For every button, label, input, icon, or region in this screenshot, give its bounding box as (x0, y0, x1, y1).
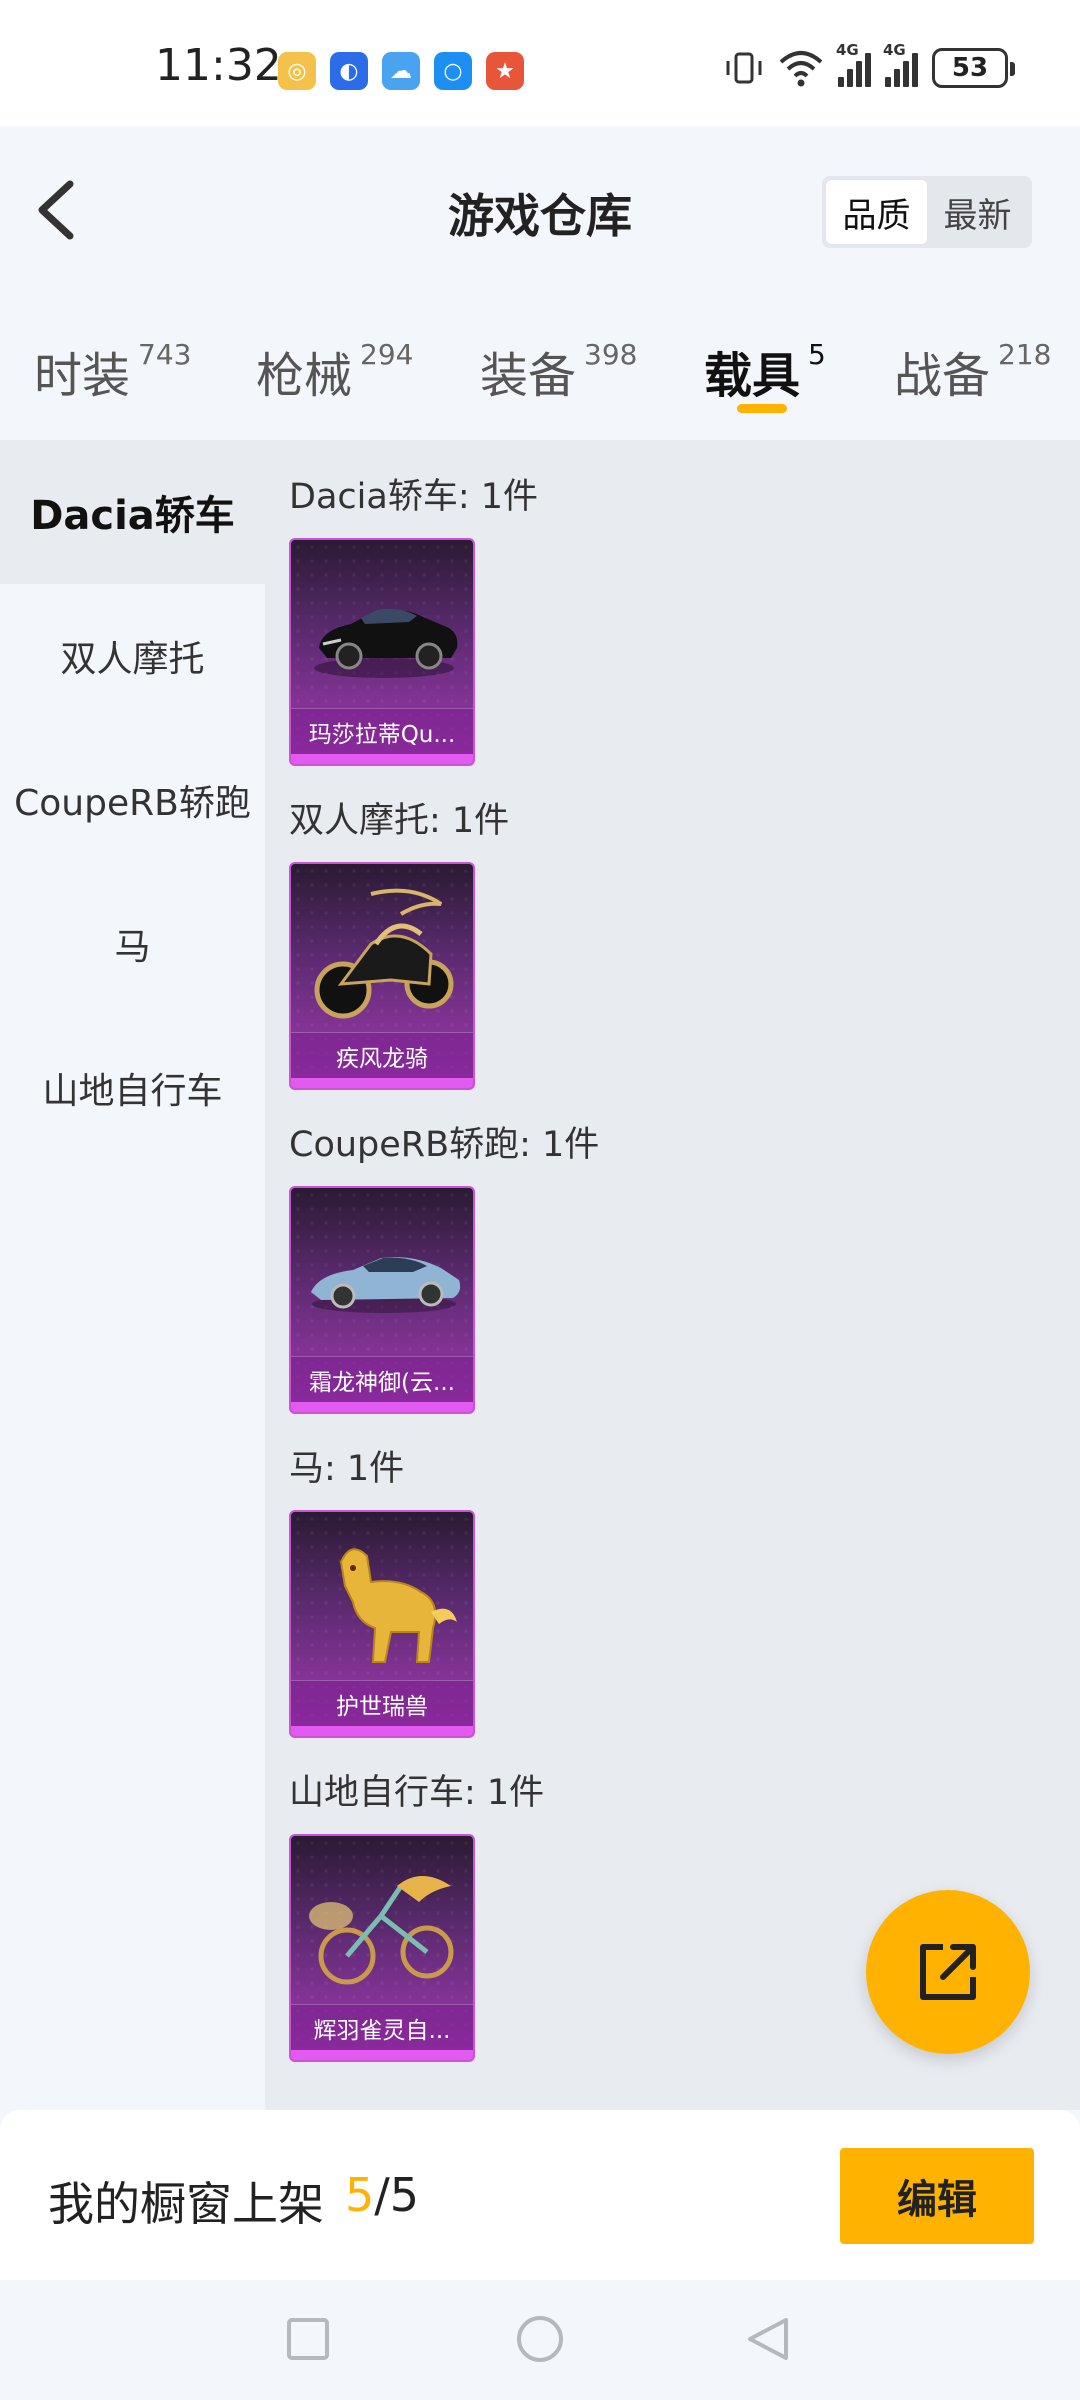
showcase-label: 我的橱窗上架 (48, 2177, 324, 2231)
golden-qilin-icon (339, 1548, 457, 1663)
group-title: 马: 1件 (289, 1449, 405, 1489)
game-app-icon: ★ (486, 52, 524, 90)
tab-equipment[interactable]: 装备 398 (480, 336, 637, 406)
item-card[interactable]: 玛莎拉蒂Qu... (289, 538, 475, 766)
item-name: 辉羽雀灵自... (291, 2004, 473, 2050)
showcase-count: 5/5 (345, 2168, 420, 2222)
vibrate-icon (726, 52, 762, 84)
vehicle-list: Dacia轿车: 1件 玛莎拉蒂Qu... 双人摩托: 1件 疾风龙骑 Coup… (265, 440, 1080, 2110)
system-nav-bar (0, 2280, 1080, 2400)
blue-supercar-icon (311, 1257, 461, 1313)
sidebar-item-dacia[interactable]: Dacia轿车 (0, 440, 265, 584)
tab-fashion[interactable]: 时装 743 (34, 336, 191, 406)
group-title: 双人摩托: 1件 (289, 801, 510, 841)
active-tab-indicator (737, 404, 787, 413)
share-button[interactable] (866, 1890, 1030, 2054)
sports-car-black-icon (314, 608, 458, 678)
battery-level: 53 (951, 53, 989, 83)
status-time: 11:32 (155, 40, 282, 91)
category-tabs: 时装 743 枪械 294 装备 398 载具 5 战备 218 (0, 296, 1080, 440)
nav-back-icon[interactable] (748, 2318, 788, 2360)
item-name: 霜龙神御(云... (291, 1356, 473, 1402)
sort-newest-option[interactable]: 最新 (927, 180, 1028, 244)
home-icon[interactable] (517, 2316, 563, 2362)
group-title: CoupeRB轿跑: 1件 (289, 1125, 600, 1165)
weather-app-icon: ☁ (382, 52, 420, 90)
app-notification-icon: ◎ (278, 52, 316, 90)
phoenix-bicycle-icon (309, 1876, 454, 1985)
header: 游戏仓库 品质 最新 (0, 126, 1080, 296)
tab-weapons[interactable]: 枪械 294 (256, 336, 413, 406)
item-name: 疾风龙骑 (291, 1032, 473, 1078)
battery-indicator: 53 (932, 48, 1015, 88)
signal-2-icon: 4G (883, 41, 918, 87)
item-card[interactable]: 疾风龙骑 (289, 862, 475, 1090)
sort-quality-option[interactable]: 品质 (826, 180, 927, 244)
wifi-icon (779, 51, 823, 87)
vehicle-type-sidebar: Dacia轿车 双人摩托 CoupeRB轿跑 马 山地自行车 (0, 440, 265, 2110)
sidebar-item-horse[interactable]: 马 (0, 872, 265, 1016)
item-card[interactable]: 辉羽雀灵自... (289, 1834, 475, 2062)
group-title: Dacia轿车: 1件 (289, 477, 538, 517)
search-app-icon: ○ (434, 52, 472, 90)
item-card[interactable]: 护世瑞兽 (289, 1510, 475, 1738)
tab-tactical[interactable]: 战备 218 (894, 336, 1051, 406)
bulb-app-icon: ◐ (330, 52, 368, 90)
group-title: 山地自行车: 1件 (289, 1773, 545, 1813)
sidebar-item-motorcycle[interactable]: 双人摩托 (0, 584, 265, 728)
item-name: 护世瑞兽 (291, 1680, 473, 1726)
share-icon (920, 1944, 976, 2000)
edit-button[interactable]: 编辑 (840, 2148, 1034, 2244)
item-card[interactable]: 霜龙神御(云... (289, 1186, 475, 1414)
status-bar: 11:32 ◎ ◐ ☁ ○ ★ 4G 4G 53 (0, 0, 1080, 126)
sidebar-item-coupe[interactable]: CoupeRB轿跑 (0, 728, 265, 872)
tab-vehicles[interactable]: 载具 5 (704, 336, 826, 406)
status-app-icons: ◎ ◐ ☁ ○ ★ (278, 52, 524, 90)
item-name: 玛莎拉蒂Qu... (291, 708, 473, 754)
sort-toggle: 品质 最新 (822, 176, 1032, 248)
recent-apps-icon[interactable] (287, 2318, 329, 2360)
sidebar-item-bicycle[interactable]: 山地自行车 (0, 1016, 265, 1160)
dragon-motorcycle-icon (314, 888, 454, 1019)
showcase-bar: 我的橱窗上架 5/5 编辑 (0, 2110, 1080, 2280)
signal-1-icon: 4G (836, 41, 871, 87)
status-indicators: 4G 4G 53 (724, 41, 1015, 88)
